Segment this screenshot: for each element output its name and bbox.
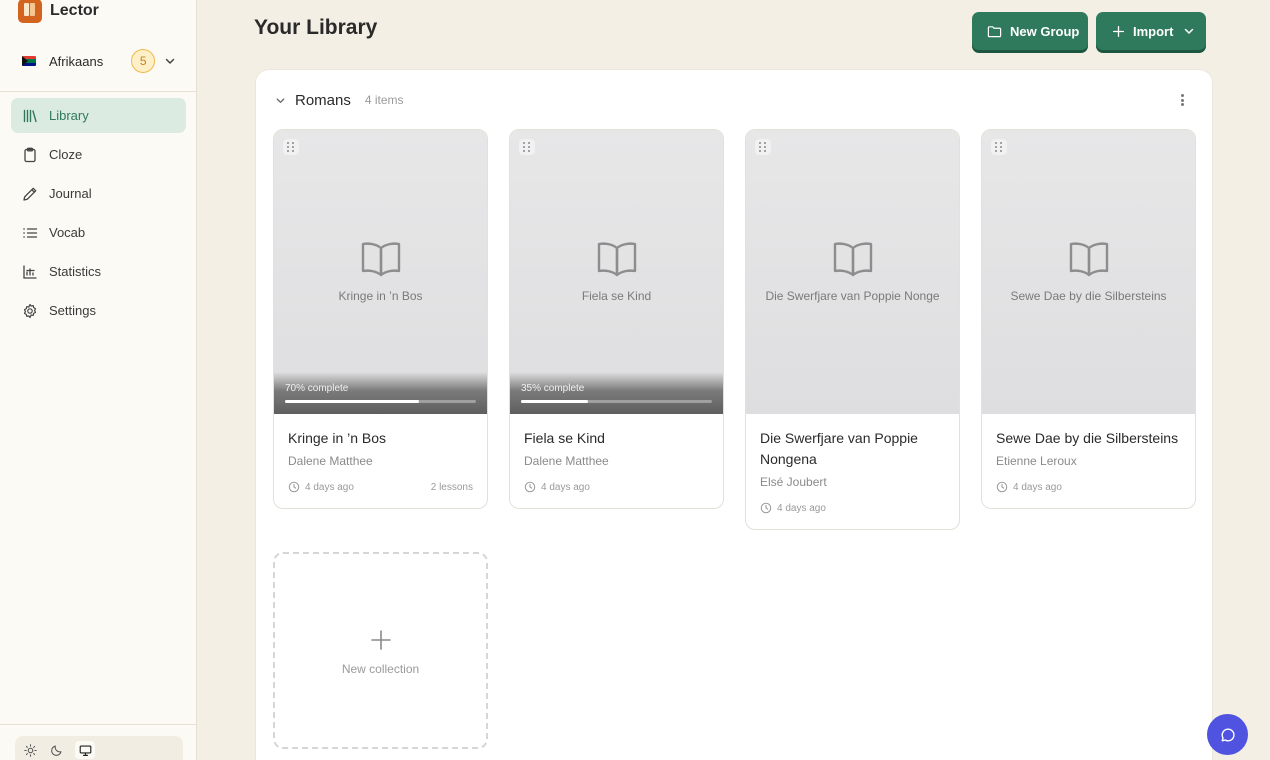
pencil-icon xyxy=(22,186,38,202)
sidebar-item-vocab[interactable]: Vocab xyxy=(11,215,186,250)
cover-title: Kringe in ’n Bos xyxy=(338,289,423,303)
import-button[interactable]: Import xyxy=(1096,12,1206,50)
card-time: 4 days ago xyxy=(777,502,826,514)
sidebar-item-settings[interactable]: Settings xyxy=(11,293,186,328)
drag-handle-icon[interactable] xyxy=(283,139,299,155)
clipboard-icon xyxy=(22,147,38,163)
sidebar-item-journal[interactable]: Journal xyxy=(11,176,186,211)
moon-icon[interactable] xyxy=(49,743,63,757)
chevron-down-icon xyxy=(1185,28,1194,34)
sidebar: Lector Afrikaans 5 Library Cloze Journal… xyxy=(0,0,197,760)
brand-name: Lector xyxy=(50,2,99,19)
page-title: Your Library xyxy=(254,16,378,39)
collection-card[interactable]: Sewe Dae by die Silbersteins Sewe Dae by… xyxy=(981,129,1196,509)
progress-bar xyxy=(285,400,476,403)
chevron-down-icon[interactable] xyxy=(274,94,286,106)
sidebar-item-label: Vocab xyxy=(49,225,86,240)
card-title: Kringe in ’n Bos xyxy=(288,430,387,446)
chat-button[interactable] xyxy=(1207,714,1248,755)
new-group-label: New Group xyxy=(1010,23,1080,39)
group-count: 4 items xyxy=(364,93,404,107)
card-cover: Kringe in ’n Bos 70% complete xyxy=(274,130,487,414)
list-icon xyxy=(22,225,38,241)
sidebar-divider xyxy=(0,91,197,92)
brand[interactable]: Lector xyxy=(18,0,99,24)
card-meta: 4 days ago xyxy=(524,480,709,494)
clock-icon xyxy=(524,481,536,493)
sidebar-item-label: Settings xyxy=(49,303,96,318)
book-open-icon xyxy=(361,242,400,277)
progress-label: 35% complete xyxy=(521,383,585,394)
card-title: Die Swerfjare van Poppie Nongena xyxy=(760,430,918,467)
sidebar-divider xyxy=(0,724,197,725)
sidebar-item-statistics[interactable]: Statistics xyxy=(11,254,186,289)
sidebar-item-label: Cloze xyxy=(49,147,83,162)
group-header[interactable]: Romans 4 items xyxy=(274,88,404,112)
drag-handle-icon[interactable] xyxy=(991,139,1007,155)
card-time: 4 days ago xyxy=(541,481,590,493)
sidebar-item-cloze[interactable]: Cloze xyxy=(11,137,186,172)
card-meta: 4 days ago xyxy=(996,480,1181,494)
lector-logo-icon xyxy=(18,0,42,23)
card-author: Dalene Matthee xyxy=(288,454,373,468)
card-title: Sewe Dae by die Silbersteins xyxy=(996,430,1179,446)
card-cover: Die Swerfjare van Poppie Nonge xyxy=(746,130,959,414)
plus-icon xyxy=(370,630,391,650)
sidebar-item-library[interactable]: Library xyxy=(11,98,186,133)
card-time: 4 days ago xyxy=(1013,481,1062,493)
card-lessons: 2 lessons xyxy=(430,481,473,493)
theme-switcher xyxy=(15,736,183,760)
book-open-icon xyxy=(1069,242,1108,277)
card-author: Dalene Matthee xyxy=(524,454,609,468)
language-selector[interactable]: Afrikaans 5 xyxy=(11,42,187,80)
sidebar-item-label: Journal xyxy=(49,186,92,201)
new-group-button[interactable]: New Group xyxy=(972,12,1088,50)
cover-title: Die Swerfjare van Poppie Nonge xyxy=(765,289,940,303)
drag-handle-icon[interactable] xyxy=(519,139,535,155)
drag-handle-icon[interactable] xyxy=(755,139,771,155)
language-name: Afrikaans xyxy=(49,53,104,69)
card-author: Elsé Joubert xyxy=(760,475,827,489)
plus-icon xyxy=(1112,25,1125,37)
new-collection-button[interactable]: New collection xyxy=(273,552,488,749)
progress-bar xyxy=(521,400,712,403)
clock-icon xyxy=(760,502,772,514)
group-name: Romans xyxy=(295,91,351,109)
sun-icon[interactable] xyxy=(23,743,37,757)
clock-icon xyxy=(996,481,1008,493)
sidebar-item-label: Statistics xyxy=(49,264,102,279)
card-meta: 4 days ago xyxy=(760,501,945,515)
card-author: Etienne Leroux xyxy=(996,454,1077,468)
card-time: 4 days ago xyxy=(305,481,354,493)
cover-title: Fiela se Kind xyxy=(581,289,652,303)
chevron-down-icon[interactable] xyxy=(163,54,177,68)
progress-label: 70% complete xyxy=(285,383,349,394)
card-cover: Sewe Dae by die Silbersteins xyxy=(982,130,1195,414)
collection-card[interactable]: Kringe in ’n Bos 70% complete Kringe in … xyxy=(273,129,488,509)
collection-card[interactable]: Fiela se Kind 35% complete Fiela se Kind… xyxy=(509,129,724,509)
cover-title: Sewe Dae by die Silbersteins xyxy=(1010,289,1167,303)
card-meta: 4 days ago 2 lessons xyxy=(288,480,473,494)
library-icon xyxy=(22,108,38,124)
gear-icon xyxy=(22,303,38,319)
bar-chart-icon xyxy=(22,264,38,280)
book-open-icon xyxy=(833,242,872,277)
progress-overlay: 35% complete xyxy=(510,372,723,414)
card-title: Fiela se Kind xyxy=(524,430,605,446)
clock-icon xyxy=(288,481,300,493)
book-open-icon xyxy=(597,242,636,277)
folder-icon xyxy=(987,25,1002,37)
import-label: Import xyxy=(1133,23,1174,39)
progress-overlay: 70% complete xyxy=(274,372,487,414)
new-collection-label: New collection xyxy=(341,662,420,676)
sidebar-item-label: Library xyxy=(49,108,89,123)
monitor-icon[interactable] xyxy=(75,741,95,759)
south-africa-flag-icon xyxy=(22,56,36,66)
streak-badge: 5 xyxy=(131,49,156,73)
collection-card[interactable]: Die Swerfjare van Poppie Nonge Die Swerf… xyxy=(745,129,960,530)
chat-bubble-icon xyxy=(1221,727,1235,741)
sidebar-nav: Library Cloze Journal Vocab Statistics S… xyxy=(11,98,186,332)
card-cover: Fiela se Kind 35% complete xyxy=(510,130,723,414)
more-options-icon[interactable] xyxy=(1176,92,1188,108)
